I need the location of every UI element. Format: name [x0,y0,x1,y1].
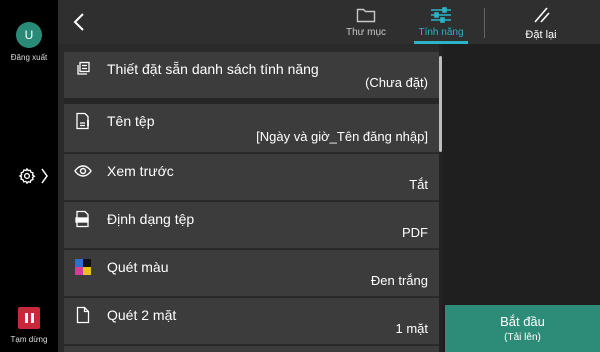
list-item-value: 1 mặt [395,321,428,336]
tab-folder-label: Thư mục [345,27,387,38]
list-item-color-scan[interactable]: Quét màu Đen trắng [64,250,440,296]
sliders-icon [431,7,451,23]
pause-label: Tạm dừng [10,335,48,344]
list-item-preset[interactable]: Thiết đặt sẵn danh sách tính năng (Chưa … [64,52,440,98]
toolbar-divider [484,8,485,38]
start-button[interactable]: Bắt đầu (Tải lên) [445,305,600,352]
chevron-left-icon [73,13,84,31]
reset-button[interactable]: Đặt lại [514,0,568,44]
list-item-value: Tắt [409,177,428,192]
file-format-icon [74,210,92,228]
tab-folder[interactable]: Thư mục [338,0,394,44]
eye-icon [74,162,92,180]
user-avatar[interactable]: U [16,22,42,48]
list-item-title: Tên tệp [107,113,155,129]
list-item-value: [Ngày và giờ_Tên đăng nhập] [256,129,428,144]
settings-expand-button[interactable] [18,164,54,188]
list-item-partial[interactable] [64,346,440,352]
list-item-duplex[interactable]: Quét 2 mặt 1 mặt [64,298,440,344]
gear-icon [18,167,36,185]
folder-icon [356,8,376,23]
left-rail: U Đăng xuất Tạm dừng [0,0,58,352]
feature-list: Thiết đặt sẵn danh sách tính năng (Chưa … [58,44,442,352]
reset-label: Đặt lại [525,29,557,41]
chevron-right-icon [41,168,48,184]
logout-label[interactable]: Đăng xuất [0,53,58,62]
tab-features-label: Tính năng [418,27,464,38]
list-item-value: PDF [402,225,428,240]
file-name-icon [74,112,92,130]
list-item-value: Đen trắng [370,273,428,288]
pause-bar [30,313,34,323]
color-scan-icon [74,258,92,276]
list-item-title: Định dạng tệp [107,211,195,227]
list-item-title: Thiết đặt sẵn danh sách tính năng [107,61,319,77]
preset-list-icon [74,60,92,78]
start-sublabel: (Tải lên) [504,332,541,343]
list-item-title: Xem trước [107,163,174,179]
list-item-value: (Chưa đặt) [365,75,428,90]
pause-bar [24,313,28,323]
reset-icon [534,7,550,23]
top-bar: Thư mục Tính năng Đặt lại [58,0,600,44]
tab-features[interactable]: Tính năng [410,0,472,44]
list-item-preview[interactable]: Xem trước Tắt [64,154,440,200]
list-item-file-format[interactable]: Định dạng tệp PDF [64,202,440,248]
back-button[interactable] [70,11,90,33]
start-label: Bắt đầu [500,314,545,329]
list-item-title: Quét 2 mặt [107,307,177,323]
duplex-page-icon [74,306,92,324]
list-item-title: Quét màu [107,259,169,275]
list-item-file-name[interactable]: Tên tệp [Ngày và giờ_Tên đăng nhập] [64,104,440,152]
pause-button[interactable] [18,307,40,329]
